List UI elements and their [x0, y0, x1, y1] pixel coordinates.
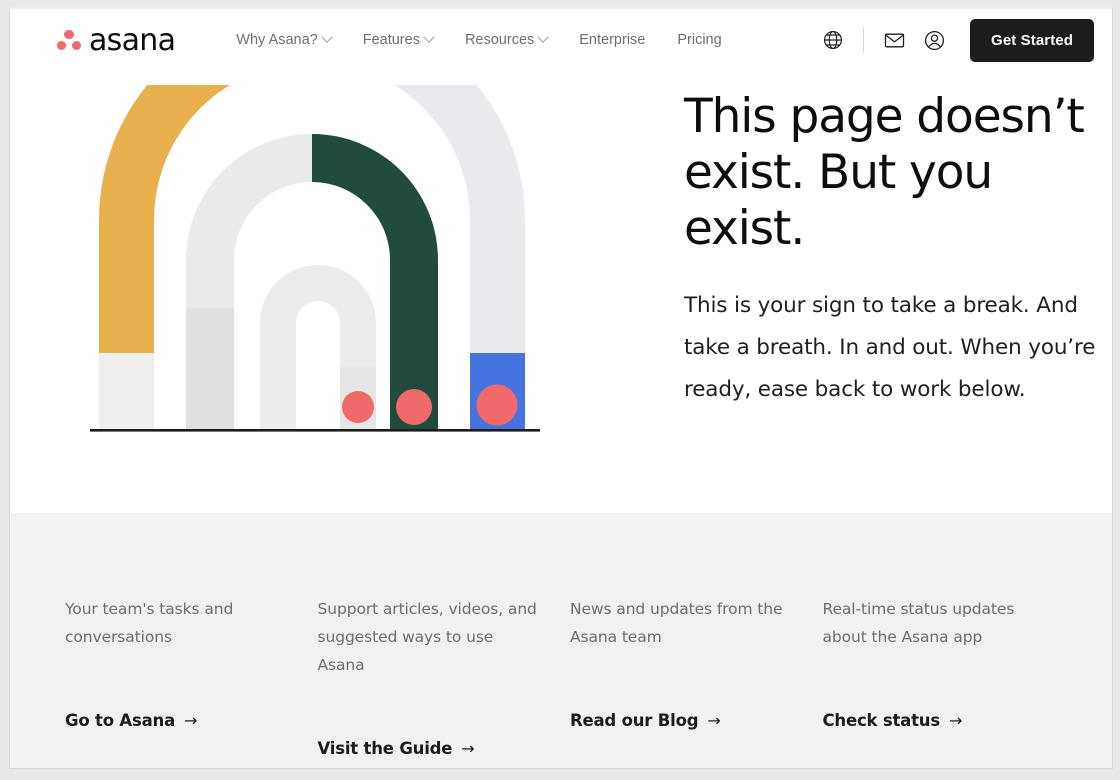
footer-column-status: Real-time status updates about the Asana… [823, 595, 1076, 759]
coral-dot-small [342, 391, 374, 423]
footer-column-description: Your team's tasks and conversations [65, 600, 234, 646]
nav-item-label: Enterprise [579, 32, 646, 48]
footer-column-guide: Support articles, videos, and suggested … [318, 595, 571, 759]
header-actions: Get Started [813, 18, 1094, 62]
coral-dot-large [476, 384, 518, 426]
footer-link-label: Visit the Guide [317, 739, 453, 758]
header-divider [863, 27, 865, 53]
chevron-down-icon [537, 31, 549, 43]
footer-column-asana: Your team's tasks and conversations Go t… [65, 595, 318, 759]
footer-column-description: Real-time status updates about the Asana… [822, 600, 1015, 646]
get-started-button[interactable]: Get Started [970, 18, 1094, 62]
globe-icon[interactable] [813, 20, 853, 60]
footer-column-description: News and updates from the Asana team [570, 600, 783, 646]
arrow-right-icon: → [707, 711, 721, 730]
nav-item-resources[interactable]: Resources [449, 26, 563, 54]
primary-nav: Why Asana? Features Resources Enterprise… [220, 26, 737, 54]
footer-column-description: Support articles, videos, and suggested … [317, 600, 537, 674]
chevron-down-icon [423, 31, 435, 43]
nav-item-label: Pricing [677, 32, 722, 48]
footer-link-go-to-asana[interactable]: Go to Asana → [65, 711, 197, 730]
chevron-down-icon [321, 31, 333, 43]
asana-logo-dots-icon [56, 29, 82, 51]
ground-line [90, 429, 540, 432]
asana-logo-wordmark: asana [89, 23, 176, 58]
nav-item-label: Why Asana? [236, 32, 318, 48]
nav-item-pricing[interactable]: Pricing [661, 26, 737, 54]
arrow-right-icon: → [461, 739, 475, 758]
nav-item-label: Resources [464, 32, 535, 48]
footer-column-blog: News and updates from the Asana team Rea… [570, 595, 823, 759]
footer-link-label: Read our Blog [570, 711, 699, 730]
footer-link-check-status[interactable]: Check status → [823, 711, 963, 730]
nav-item-enterprise[interactable]: Enterprise [563, 26, 661, 54]
coral-dot-medium [396, 389, 432, 425]
footer-links-section: Your team's tasks and conversations Go t… [10, 513, 1112, 768]
nav-item-features[interactable]: Features [347, 26, 449, 54]
nav-item-why-asana[interactable]: Why Asana? [220, 26, 346, 54]
browser-viewport: asana Why Asana? Features Resources Ente… [9, 7, 1113, 769]
arch-second-left-leg [186, 308, 234, 430]
hero-subcopy: This is your sign to take a break. And t… [684, 293, 1096, 402]
footer-link-visit-the-guide[interactable]: Visit the Guide → [318, 739, 475, 758]
arrow-right-icon: → [948, 711, 963, 730]
site-header: asana Why Asana? Features Resources Ente… [10, 9, 1112, 71]
nav-item-label: Features [362, 32, 420, 48]
footer-link-read-our-blog[interactable]: Read our Blog → [570, 711, 721, 730]
page-title: This page doesn’t exist. But you exist. [684, 89, 1085, 256]
footer-link-label: Check status [822, 711, 941, 730]
footer-link-label: Go to Asana [65, 711, 175, 730]
asana-logo[interactable]: asana [56, 23, 176, 58]
concentric-arches-illustration [90, 85, 540, 455]
account-icon[interactable] [914, 20, 954, 60]
arch-outer-left-leg-gray [99, 353, 154, 430]
arrow-right-icon: → [184, 711, 198, 730]
hero-copy: This page doesn’t exist. But you exist. … [684, 89, 1104, 411]
footer-columns: Your team's tasks and conversations Go t… [65, 595, 1075, 759]
hero-section: This page doesn’t exist. But you exist. … [10, 71, 1112, 513]
mail-icon[interactable] [874, 20, 914, 60]
